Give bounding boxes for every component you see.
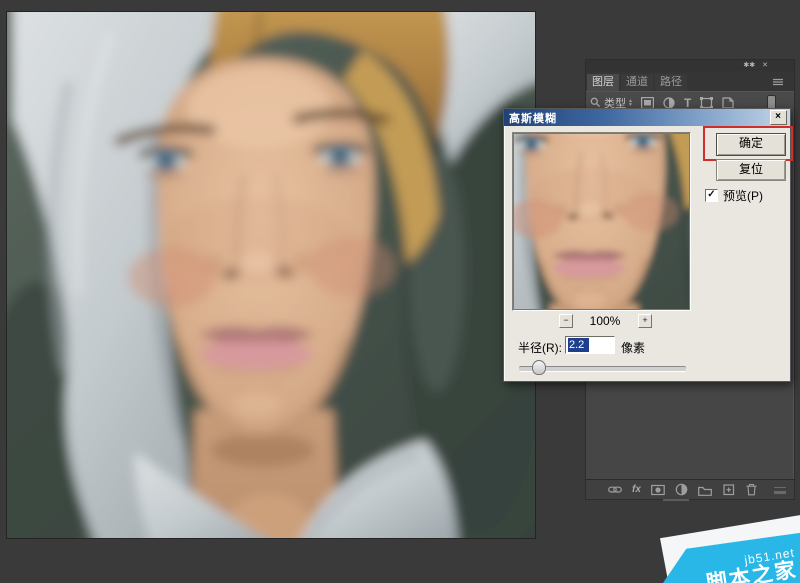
panel-bottom-toolbar: fx [586, 479, 794, 499]
smart-object-filter-icon[interactable] [722, 97, 734, 109]
preview-checkbox[interactable] [705, 189, 718, 202]
ok-button[interactable]: 确定 [716, 133, 786, 156]
collapse-panel-icon[interactable]: ✱✱ [743, 61, 755, 70]
zoom-level: 100% [572, 314, 638, 328]
chevron-up-down-icon: ▲▼ [628, 99, 633, 107]
photoshop-workspace: ✱✱ ✕ 图层 通道 路径 类型 ▲▼ T [0, 0, 800, 583]
radius-unit-label: 像素 [621, 339, 645, 356]
gaussian-blur-dialog: 高斯模糊 × − 100% + 半径(R): 2.2 像素 确定 复位 预 [503, 108, 791, 382]
add-layer-mask-icon[interactable] [651, 484, 665, 496]
link-layers-icon[interactable] [608, 483, 622, 496]
panel-header: ✱✱ ✕ [586, 60, 794, 71]
delete-layer-icon[interactable] [745, 483, 758, 496]
tab-channels[interactable]: 通道 [621, 74, 653, 91]
zoom-out-button[interactable]: − [559, 314, 573, 328]
panel-resize-grip[interactable] [774, 487, 786, 491]
reset-button[interactable]: 复位 [716, 159, 786, 181]
watermark: jb51.net 脚本之家 [648, 508, 800, 583]
radius-value: 2.2 [568, 338, 589, 352]
blur-preview-image [514, 134, 689, 309]
shape-layer-filter-icon[interactable] [700, 97, 713, 109]
tab-paths[interactable]: 路径 [655, 74, 687, 91]
photo-canvas [7, 12, 535, 538]
panel-menu-icon[interactable] [772, 77, 784, 86]
blur-preview[interactable] [514, 134, 689, 309]
tab-layers[interactable]: 图层 [587, 74, 619, 91]
type-layer-filter-icon[interactable]: T [684, 97, 691, 109]
new-layer-icon[interactable] [722, 483, 735, 496]
close-panel-icon[interactable]: ✕ [762, 61, 768, 70]
radius-input[interactable]: 2.2 [565, 336, 615, 354]
dialog-title: 高斯模糊 [509, 110, 557, 126]
panel-drag-notch[interactable] [663, 499, 689, 501]
dialog-title-bar[interactable]: 高斯模糊 × [504, 109, 790, 126]
new-group-icon[interactable] [698, 484, 712, 496]
preview-frame [512, 132, 691, 311]
preview-checkbox-label: 预览(P) [723, 187, 763, 204]
search-icon [590, 97, 601, 108]
preview-checkbox-row: 预览(P) [705, 187, 763, 204]
portrait-photo [7, 12, 535, 538]
adjustment-layer-filter-icon[interactable] [663, 97, 675, 109]
adjustment-layer-icon[interactable] [675, 483, 688, 496]
radius-label: 半径(R): [518, 339, 562, 356]
layer-effects-icon[interactable]: fx [632, 485, 641, 495]
pixel-layer-filter-icon[interactable] [641, 97, 654, 109]
preview-zoom-row: − 100% + [512, 313, 689, 327]
dialog-close-button[interactable]: × [770, 110, 787, 125]
radius-slider-thumb[interactable] [532, 360, 546, 375]
panel-tab-bar: 图层 通道 路径 [586, 71, 794, 91]
zoom-in-button[interactable]: + [638, 314, 652, 328]
